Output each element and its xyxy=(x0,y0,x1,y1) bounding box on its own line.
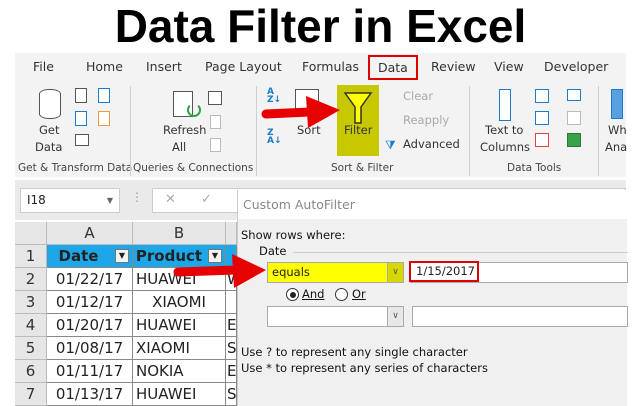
red-arrow-to-filter-icon xyxy=(261,96,340,128)
red-arrow-to-equals-icon xyxy=(173,254,266,288)
annotation-arrows xyxy=(173,96,340,288)
